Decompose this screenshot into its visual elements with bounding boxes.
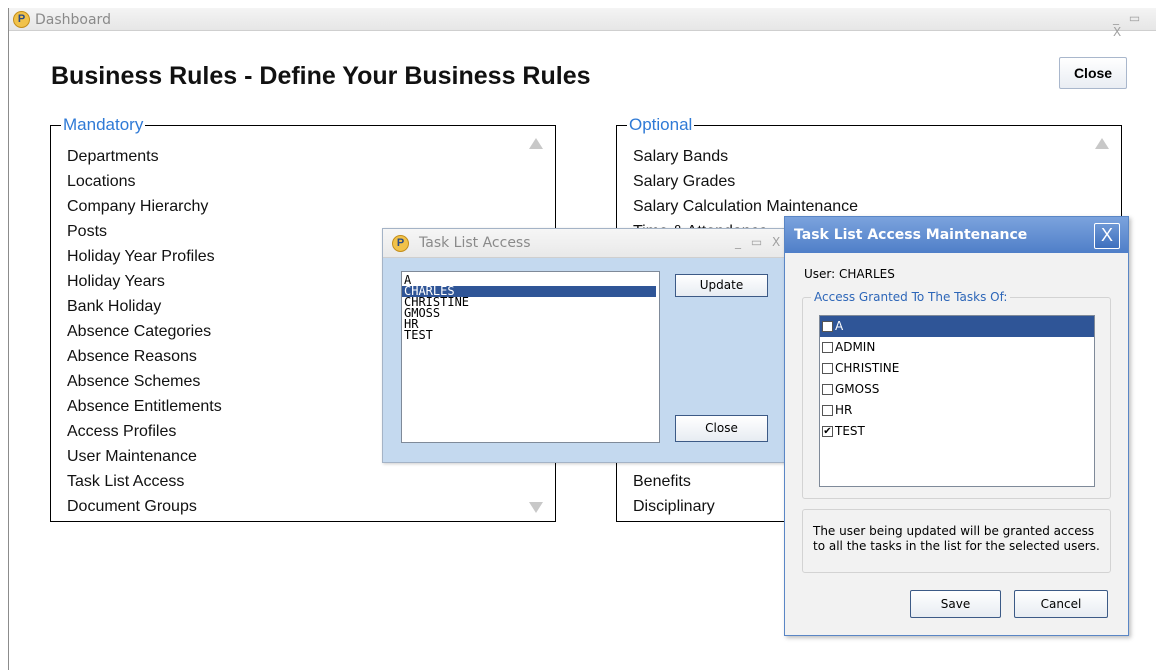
mandatory-list-item[interactable]: Bank Holiday bbox=[67, 294, 222, 319]
checkbox-icon[interactable] bbox=[822, 363, 833, 374]
access-granted-legend: Access Granted To The Tasks Of: bbox=[811, 290, 1011, 304]
app-logo-icon: P bbox=[392, 235, 409, 252]
scroll-up-icon[interactable] bbox=[1095, 138, 1109, 149]
task-list-access-dialog: P Task List Access _ ▭ X A CHARLES CHRISTI… bbox=[382, 228, 789, 463]
mandatory-list-item[interactable]: Absence Categories bbox=[67, 319, 222, 344]
dialog-title: Task List Access bbox=[419, 235, 531, 251]
checkbox-icon[interactable] bbox=[822, 384, 833, 395]
task-checklist-label: TEST bbox=[835, 424, 865, 438]
cancel-button[interactable]: Cancel bbox=[1014, 590, 1108, 618]
dialog-close-button[interactable]: Close bbox=[675, 415, 768, 442]
access-granted-group: Access Granted To The Tasks Of: A ADMIN CH… bbox=[802, 290, 1111, 499]
task-checklist-row[interactable]: GMOSS bbox=[820, 379, 1094, 400]
task-checklist-row[interactable]: CHRISTINE bbox=[820, 358, 1094, 379]
mandatory-list-item[interactable]: User Maintenance bbox=[67, 444, 222, 469]
mandatory-list-item[interactable]: Holiday Year Profiles bbox=[67, 244, 222, 269]
mandatory-list-item[interactable]: Locations bbox=[67, 169, 222, 194]
task-checklist-label: GMOSS bbox=[835, 382, 880, 396]
mandatory-list-item[interactable]: Task List Access bbox=[67, 469, 222, 494]
checkbox-checked-icon[interactable]: ✔ bbox=[822, 426, 833, 437]
scroll-up-icon[interactable] bbox=[529, 138, 543, 149]
mandatory-list-item[interactable]: Posts bbox=[67, 219, 222, 244]
scroll-down-icon[interactable] bbox=[529, 502, 543, 513]
dialog-window-controls[interactable]: _ ▭ X bbox=[735, 235, 783, 249]
user-list-item[interactable]: HR bbox=[402, 318, 659, 330]
optional-legend: Optional bbox=[627, 115, 695, 135]
optional-list-item[interactable]: Salary Grades bbox=[633, 169, 858, 194]
close-icon[interactable]: X bbox=[1094, 223, 1120, 249]
task-checklist-label: ADMIN bbox=[835, 340, 876, 354]
app-logo-icon: P bbox=[13, 11, 30, 28]
user-list-item[interactable]: TEST bbox=[402, 329, 659, 341]
task-checklist-row[interactable]: HR bbox=[820, 400, 1094, 421]
window-titlebar: P Dashboard _ ▭ X bbox=[9, 8, 1156, 39]
checkbox-icon[interactable] bbox=[822, 405, 833, 416]
maintenance-title: Task List Access Maintenance bbox=[794, 227, 1028, 243]
checkbox-icon[interactable] bbox=[822, 342, 833, 353]
task-checklist-row[interactable]: ADMIN bbox=[820, 337, 1094, 358]
user-list-item[interactable]: CHRISTINE bbox=[402, 296, 659, 308]
mandatory-list-item[interactable]: Access Profiles bbox=[67, 419, 222, 444]
user-label: User: CHARLES bbox=[804, 267, 895, 281]
page-title: Business Rules - Define Your Business Ru… bbox=[51, 62, 591, 90]
task-checklist-row[interactable]: ✔ TEST bbox=[820, 421, 1094, 442]
dialog-titlebar: P Task List Access _ ▭ X bbox=[383, 229, 788, 258]
close-button[interactable]: Close bbox=[1059, 57, 1127, 89]
task-checklist-label: A bbox=[835, 319, 844, 333]
task-checklist[interactable]: A ADMIN CHRISTINE GMOSS HR ✔ TEST bbox=[819, 315, 1095, 487]
mandatory-list-item[interactable]: Holiday Years bbox=[67, 269, 222, 294]
maintenance-titlebar: Task List Access Maintenance X bbox=[785, 217, 1128, 253]
window-title: Dashboard bbox=[35, 12, 111, 28]
mandatory-legend: Mandatory bbox=[61, 115, 146, 135]
save-button[interactable]: Save bbox=[910, 590, 1001, 618]
mandatory-list-item[interactable]: Departments bbox=[67, 144, 222, 169]
task-list-access-maintenance-dialog: Task List Access Maintenance X User: CHA… bbox=[784, 216, 1129, 636]
info-box: The user being updated will be granted a… bbox=[802, 509, 1111, 573]
mandatory-list-item[interactable]: Company Hierarchy bbox=[67, 194, 222, 219]
task-checklist-label: HR bbox=[835, 403, 853, 417]
mandatory-list-item[interactable]: Document Groups bbox=[67, 494, 222, 519]
mandatory-list-item[interactable]: Absence Schemes bbox=[67, 369, 222, 394]
window-controls[interactable]: _ ▭ X bbox=[1113, 11, 1156, 39]
mandatory-list: Departments Locations Company Hierarchy Pos… bbox=[67, 144, 222, 519]
checkbox-icon[interactable] bbox=[822, 321, 833, 332]
info-text: The user being updated will be granted a… bbox=[813, 524, 1100, 553]
optional-list-item[interactable]: Salary Bands bbox=[633, 144, 858, 169]
mandatory-list-item[interactable]: Absence Reasons bbox=[67, 344, 222, 369]
task-checklist-row[interactable]: A bbox=[820, 316, 1094, 337]
task-checklist-label: CHRISTINE bbox=[835, 361, 900, 375]
user-list-item[interactable]: GMOSS bbox=[402, 307, 659, 319]
user-listbox[interactable]: A CHARLES CHRISTINE GMOSS HR TEST bbox=[401, 271, 660, 443]
update-button[interactable]: Update bbox=[675, 274, 768, 297]
mandatory-list-item[interactable]: Absence Entitlements bbox=[67, 394, 222, 419]
